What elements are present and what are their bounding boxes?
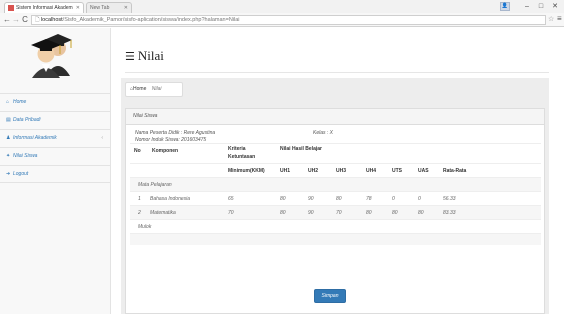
tab-sistem-informasi[interactable]: Sistem Informasi Akadem ✕ (4, 2, 84, 13)
chevron-left-icon: ‹ (101, 135, 103, 141)
cell-mapel: Matematika (150, 210, 176, 216)
header-uh3: UH3 (336, 168, 347, 174)
main-content: ☰ Nilai ⌂Home Nilai Nilai Siswa Nama Pese… (111, 28, 564, 314)
group-label: Mulok (138, 224, 152, 230)
browser-titlebar: Sistem Informasi Akadem ✕ New Tab ✕ 👤 – … (0, 0, 564, 13)
cell-uh4: 80 (366, 210, 372, 216)
breadcrumb: ⌂Home Nilai (125, 82, 183, 97)
sidebar-item-label: Home (13, 99, 27, 105)
cell-uh4: 78 (366, 196, 372, 202)
sidebar-item-nilai-siswa[interactable]: ✦ Nilai Siswa (0, 147, 111, 165)
nilai-table: No Komponen Kriteria Ketuntasan Nilai Ha… (130, 143, 541, 245)
sidebar-item-label: Nilai Siswa (13, 153, 38, 159)
maximize-icon[interactable]: □ (534, 1, 548, 12)
graduates-logo-icon (31, 34, 72, 78)
header-uh1: UH1 (280, 168, 291, 174)
cell-uh3: 70 (336, 210, 342, 216)
header-kkm: Minimum(KKM) (228, 168, 265, 174)
reload-icon[interactable]: C (20, 14, 30, 26)
table-subheader-row: Minimum(KKM) UH1 UH2 UH3 UH4 UTS UAS Rat… (130, 163, 541, 177)
table-row-empty (130, 233, 541, 245)
header-rata-rata: Rata-Rata (443, 168, 467, 174)
cell-uts: 0 (392, 196, 395, 202)
student-kelas: Kelas : X (313, 130, 334, 136)
cell-no: 2 (138, 210, 141, 216)
group-row-mapel: Mata Pelajaran (130, 177, 541, 191)
cell-uas: 80 (418, 210, 424, 216)
table-header-row: No Komponen Kriteria Ketuntasan Nilai Ha… (130, 143, 541, 163)
cell-uh1: 80 (280, 210, 286, 216)
cell-kkm: 65 (228, 196, 234, 202)
sidebar-item-data-pribadi[interactable]: ▤ Data Pribadi (0, 111, 111, 129)
pin-icon: ✦ (6, 153, 11, 159)
nilai-panel: Nilai Siswa Nama Peserta Didik : Rere Ag… (125, 108, 545, 314)
header-uas: UAS (418, 168, 429, 174)
table-row: 1 Bahasa Indonesia 65 80 90 80 78 0 0 56… (130, 191, 541, 205)
page-title-text: Nilai (137, 48, 164, 63)
header-kriteria: Kriteria (228, 146, 246, 152)
sidebar-item-home[interactable]: ⌂ Home (0, 93, 111, 111)
divider (125, 72, 549, 73)
cell-rata: 83.33 (443, 210, 456, 216)
favicon-icon (8, 4, 14, 11)
sidebar-item-label: Informasi Akademik (13, 135, 57, 141)
sidebar-nav: ⌂ Home ▤ Data Pribadi ♟ Informasi Akademik … (0, 93, 111, 183)
url-input[interactable]: 🗋 localhost/Sisfo_Akademik_Pamor/sisfo-a… (31, 15, 546, 25)
cell-uh1: 80 (280, 196, 286, 202)
cell-uh2: 90 (308, 196, 314, 202)
sidebar-item-label: Data Pribadi (13, 117, 41, 123)
cell-no: 1 (138, 196, 141, 202)
profile-icon[interactable]: 👤 (500, 2, 510, 11)
student-name: Nama Peserta Didik : Rere Agustina (135, 130, 216, 136)
cell-rata: 56.33 (443, 196, 456, 202)
menu-bars-icon: ☰ (125, 50, 135, 63)
sidebar-item-informasi-akademik[interactable]: ♟ Informasi Akademik ‹ (0, 129, 111, 147)
logout-icon: ➜ (6, 171, 11, 177)
cell-mapel: Bahasa Indonesia (150, 196, 191, 202)
header-uh2: UH2 (308, 168, 319, 174)
cell-uh2: 90 (308, 210, 314, 216)
table-row: 2 Matematika 70 80 90 70 80 80 80 83.33 (130, 205, 541, 219)
cell-uas: 0 (418, 196, 421, 202)
tab-new-tab[interactable]: New Tab ✕ (86, 2, 132, 13)
breadcrumb-separator (148, 86, 149, 92)
address-bar: ← → C 🗋 localhost/Sisfo_Akademik_Pamor/s… (0, 13, 564, 27)
browser-menu-icon[interactable]: ≡ (557, 14, 562, 23)
page-title: ☰ Nilai (125, 48, 164, 64)
bookmark-star-icon[interactable]: ☆ (548, 15, 554, 23)
student-info: Nama Peserta Didik : Rere Agustina Nomor… (135, 130, 215, 143)
header-nilai-hasil: Nilai Hasil Belajar (280, 146, 322, 152)
url-path: /Sisfo_Akademik_Pamor/sisfo-aplication/s… (62, 17, 240, 23)
sidebar-item-label: Logout (13, 171, 29, 177)
tab-label: New Tab (90, 5, 110, 11)
breadcrumb-current: Nilai (151, 86, 162, 92)
tab-label: Sistem Informasi Akadem (16, 5, 73, 11)
close-window-icon[interactable]: ✕ (548, 1, 562, 12)
header-no: No (134, 148, 141, 154)
group-row-mulok: Mulok (130, 219, 541, 233)
sidebar: ⌂ Home ▤ Data Pribadi ♟ Informasi Akademik … (0, 28, 111, 314)
header-komponen: Komponen (152, 148, 179, 154)
user-icon: ♟ (6, 135, 11, 141)
header-ketuntasan: Ketuntasan (228, 154, 256, 160)
cell-kkm: 70 (228, 210, 234, 216)
cell-uts: 80 (392, 210, 398, 216)
header-uts: UTS (392, 168, 402, 174)
home-icon: ⌂ (6, 99, 10, 105)
cell-uh3: 80 (336, 196, 342, 202)
book-icon: ▤ (6, 117, 11, 123)
breadcrumb-home[interactable]: Home (133, 86, 146, 92)
close-tab-icon[interactable]: ✕ (76, 3, 80, 13)
save-button[interactable]: Simpan (314, 289, 346, 303)
panel-heading: Nilai Siswa (126, 109, 544, 125)
group-label: Mata Pelajaran (138, 182, 172, 188)
sidebar-item-logout[interactable]: ➜ Logout (0, 165, 111, 183)
minimize-icon[interactable]: – (520, 1, 534, 12)
url-host: localhost (40, 17, 63, 23)
header-uh4: UH4 (366, 168, 377, 174)
close-tab-icon[interactable]: ✕ (124, 3, 128, 13)
